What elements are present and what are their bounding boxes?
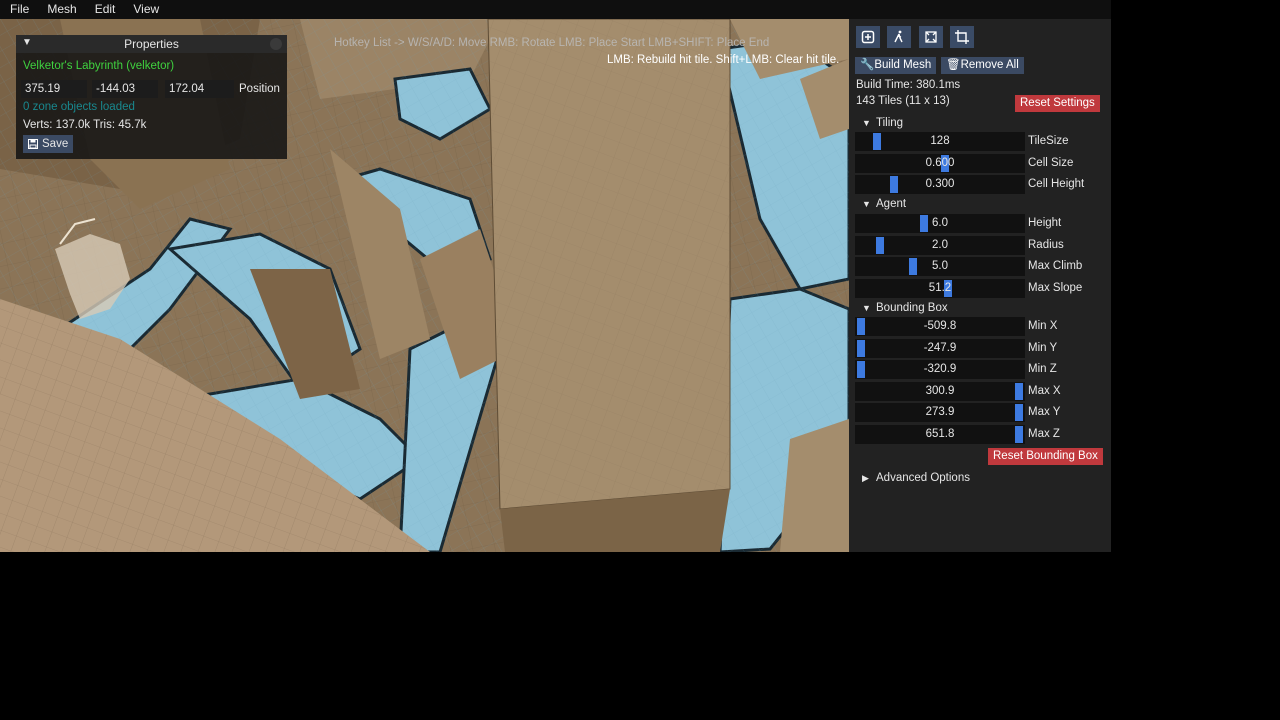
slider-label: Max X — [1028, 384, 1061, 397]
slider-value: -509.8 — [923, 320, 957, 332]
walking-person-icon — [894, 30, 903, 43]
zone-objects-status: 0 zone objects loaded — [23, 101, 135, 113]
expanded-arrow-icon: ▼ — [862, 303, 871, 313]
trash-icon: 🗑 — [946, 59, 961, 71]
build-mesh-button[interactable]: 🔧Build Mesh — [855, 57, 937, 74]
save-button[interactable]: Save — [23, 135, 74, 153]
slider-cell-height[interactable]: 0.300 — [855, 175, 1025, 194]
reset-settings-button[interactable]: Reset Settings — [1015, 95, 1100, 112]
slider-value: 2.0 — [932, 238, 948, 251]
expanded-arrow-icon: ▼ — [862, 118, 871, 128]
remove-all-label: Remove All — [960, 59, 1019, 71]
save-label: Save — [42, 138, 69, 150]
slider-value: 273.9 — [925, 406, 955, 419]
app-window: File Mesh Edit View Hotkey List -> W/S/A… — [0, 0, 1111, 552]
zone-name: Velketor's Labyrinth (velketor) — [23, 60, 175, 72]
slider-label: Cell Size — [1028, 156, 1074, 169]
properties-window: ▼ Properties Velketor's Labyrinth (velke… — [16, 35, 287, 159]
slider-max-y[interactable]: 273.9 — [855, 403, 1025, 423]
floppy-disk-icon — [28, 139, 38, 149]
tool-hint: LMB: Rebuild hit tile. Shift+LMB: Clear … — [607, 54, 840, 66]
build-time: Build Time: 380.1ms — [856, 79, 961, 91]
tiling-header-label: Tiling — [876, 117, 904, 129]
slider-value: 651.8 — [925, 428, 955, 440]
tool-walk-button[interactable] — [887, 26, 911, 48]
wrench-icon: 🔧 — [860, 59, 875, 71]
position-x-input[interactable]: 375.19 — [21, 80, 87, 98]
slider-value: 300.9 — [925, 384, 955, 397]
slider-label: Min X — [1028, 320, 1058, 332]
slider-label: Height — [1028, 217, 1062, 229]
agent-header-label: Agent — [876, 198, 907, 210]
reset-bounding-box-button[interactable]: Reset Bounding Box — [988, 448, 1103, 465]
navmesh-settings-panel: 🔧Build Mesh 🗑Remove All Build Time: 380.… — [849, 19, 1111, 552]
collapsed-arrow-icon: ▶ — [862, 473, 869, 483]
crop-icon — [955, 30, 969, 44]
slider-value: 128 — [930, 135, 950, 147]
slider-value: 5.0 — [932, 260, 948, 272]
slider-tilesize[interactable]: 128 — [855, 132, 1025, 151]
menu-edit[interactable]: Edit — [86, 0, 125, 19]
slider-value: -247.9 — [923, 341, 957, 354]
position-z-input[interactable]: 172.04 — [165, 80, 234, 98]
position-y-input[interactable]: -144.03 — [92, 80, 158, 98]
slider-max-slope[interactable]: 51.2 — [855, 278, 1025, 298]
bounding-box-header-label: Bounding Box — [876, 302, 948, 314]
slider-label: Cell Height — [1028, 178, 1085, 190]
slider-max-z[interactable]: 651.8 — [855, 425, 1025, 444]
menu-bar: File Mesh Edit View — [0, 0, 1111, 19]
slider-min-z[interactable]: -320.9 — [855, 360, 1025, 380]
slider-max-x[interactable]: 300.9 — [855, 381, 1025, 401]
slider-min-y[interactable]: -247.9 — [855, 338, 1025, 358]
slider-radius[interactable]: 2.0 — [855, 235, 1025, 255]
slider-height[interactable]: 6.0 — [855, 214, 1025, 233]
hotkey-hint: Hotkey List -> W/S/A/D: Move RMB: Rotate… — [334, 37, 770, 49]
slider-value: 0.300 — [925, 178, 955, 190]
tool-add-button[interactable] — [856, 26, 880, 48]
mesh-stats: Verts: 137.0k Tris: 45.7k — [23, 119, 147, 131]
agent-header[interactable]: ▼ Agent — [849, 196, 1104, 213]
position-label: Position — [239, 83, 280, 95]
slider-label: Min Z — [1028, 363, 1057, 376]
tool-select-button[interactable] — [919, 26, 943, 48]
remove-all-button[interactable]: 🗑Remove All — [941, 57, 1024, 74]
advanced-options-label: Advanced Options — [876, 472, 970, 484]
slider-cell-size[interactable]: 0.600 — [855, 153, 1025, 173]
expanded-arrow-icon: ▼ — [862, 199, 871, 209]
slider-label: Radius — [1028, 238, 1064, 251]
slider-value: 51.2 — [928, 281, 952, 294]
tiling-header[interactable]: ▼ Tiling — [849, 115, 1104, 132]
slider-label: Max Z — [1028, 428, 1060, 440]
bounding-box-header[interactable]: ▼ Bounding Box — [849, 300, 1104, 317]
slider-label: Max Slope — [1028, 281, 1083, 294]
close-dot-icon[interactable] — [270, 38, 282, 50]
menu-view[interactable]: View — [124, 0, 168, 19]
slider-label: TileSize — [1028, 135, 1069, 147]
slider-min-x[interactable]: -509.8 — [855, 317, 1025, 336]
slider-value: 6.0 — [932, 217, 948, 229]
add-square-icon — [861, 30, 875, 44]
slider-max-climb[interactable]: 5.0 — [855, 257, 1025, 276]
slider-label: Min Y — [1028, 341, 1058, 354]
build-mesh-label: Build Mesh — [874, 59, 932, 71]
slider-label: Max Climb — [1028, 260, 1083, 272]
slider-label: Max Y — [1028, 406, 1061, 419]
slider-value: 0.600 — [925, 156, 955, 169]
menu-file[interactable]: File — [0, 0, 38, 19]
properties-title: Properties — [124, 37, 179, 51]
tool-crop-button[interactable] — [950, 26, 974, 48]
advanced-options-header[interactable]: ▶ Advanced Options — [849, 470, 1104, 487]
slider-value: -320.9 — [923, 363, 957, 376]
menu-mesh[interactable]: Mesh — [38, 0, 85, 19]
bounding-box-icon — [925, 31, 937, 43]
collapse-arrow-icon[interactable]: ▼ — [22, 37, 32, 48]
tile-count: 143 Tiles (11 x 13) — [856, 95, 950, 107]
properties-titlebar[interactable]: ▼ Properties — [16, 35, 287, 53]
